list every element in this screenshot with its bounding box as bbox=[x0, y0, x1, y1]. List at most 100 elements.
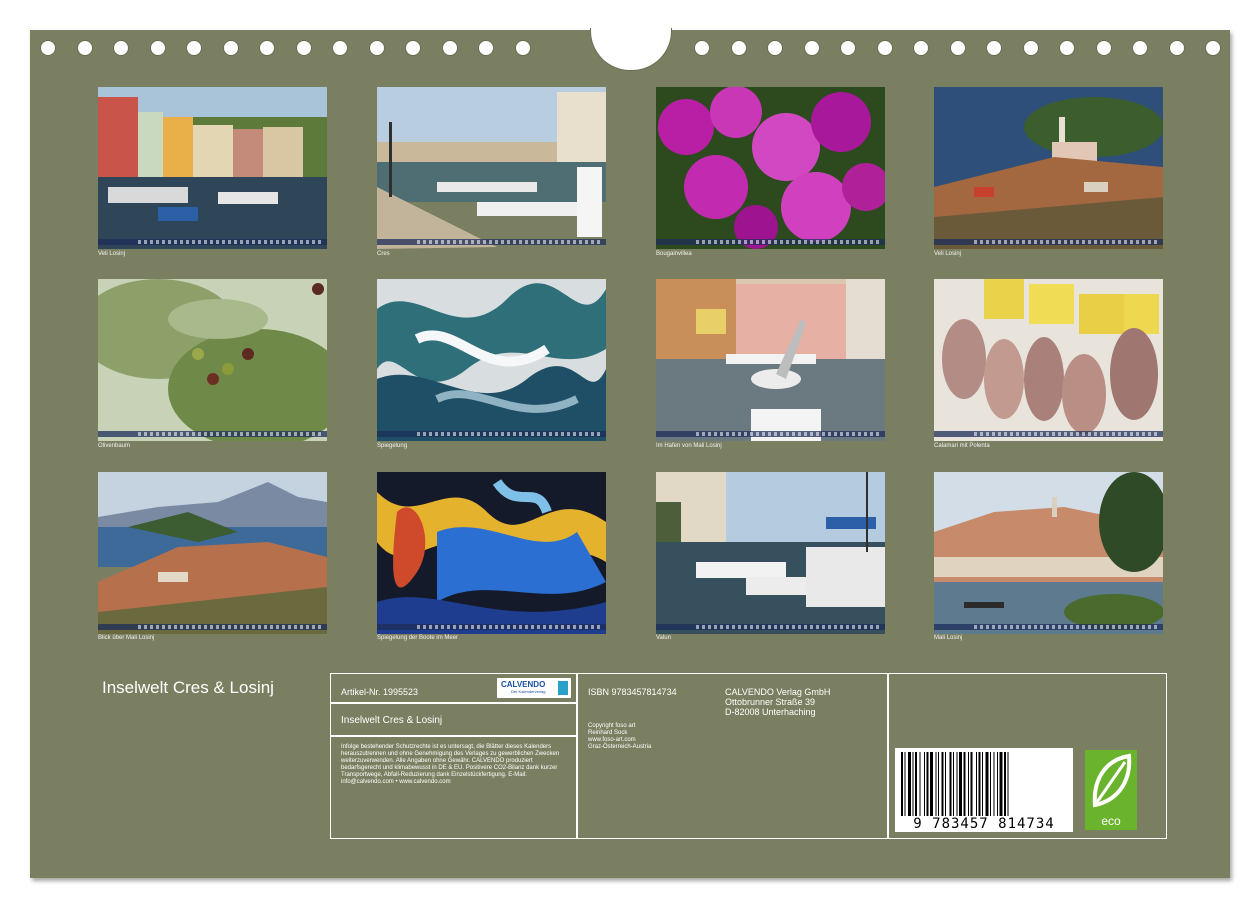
day-tick bbox=[1070, 240, 1073, 244]
barcode-bar bbox=[970, 752, 973, 818]
day-tick bbox=[1100, 432, 1103, 436]
day-tick bbox=[774, 625, 777, 629]
day-tick bbox=[804, 625, 807, 629]
day-tick bbox=[1124, 432, 1127, 436]
barcode-bar bbox=[956, 752, 958, 818]
day-tick bbox=[1112, 625, 1115, 629]
day-tick bbox=[495, 625, 498, 629]
day-tick bbox=[294, 240, 297, 244]
day-tick bbox=[555, 432, 558, 436]
day-tick bbox=[543, 432, 546, 436]
day-tick bbox=[312, 625, 315, 629]
day-tick bbox=[525, 625, 528, 629]
day-tick bbox=[1112, 240, 1115, 244]
day-tick bbox=[1064, 625, 1067, 629]
day-tick bbox=[555, 240, 558, 244]
day-tick bbox=[1136, 432, 1139, 436]
photo-caption: Olivenbaum bbox=[98, 443, 131, 449]
day-tick bbox=[252, 240, 255, 244]
day-tick bbox=[870, 625, 873, 629]
photo-thumbnail bbox=[934, 279, 1163, 441]
day-tick bbox=[423, 432, 426, 436]
day-tick bbox=[1130, 625, 1133, 629]
barcode-bar bbox=[953, 752, 954, 818]
day-tick bbox=[708, 240, 711, 244]
day-tick bbox=[573, 432, 576, 436]
day-tick bbox=[567, 432, 570, 436]
day-tick bbox=[168, 432, 171, 436]
photo-caption: Calamari mit Polenta bbox=[934, 443, 990, 449]
binding-hole bbox=[478, 40, 494, 56]
binding-hole bbox=[767, 40, 783, 56]
binding-hole bbox=[113, 40, 129, 56]
copyright-line: Copyright foso art bbox=[588, 723, 636, 729]
day-tick bbox=[429, 432, 432, 436]
day-tick bbox=[507, 240, 510, 244]
binding-hole bbox=[295, 40, 312, 56]
day-tick bbox=[234, 240, 237, 244]
day-tick bbox=[1004, 240, 1007, 244]
day-tick bbox=[858, 625, 861, 629]
day-tick bbox=[750, 432, 753, 436]
day-tick bbox=[1088, 432, 1091, 436]
mini-calendar-strip bbox=[98, 431, 327, 437]
mini-calendar-strip bbox=[934, 239, 1163, 245]
day-tick bbox=[585, 625, 588, 629]
day-tick bbox=[252, 432, 255, 436]
day-tick bbox=[549, 625, 552, 629]
day-tick bbox=[1142, 625, 1145, 629]
day-tick bbox=[1094, 625, 1097, 629]
info-subtitle: Inselwelt Cres & Losinj bbox=[341, 715, 443, 726]
day-tick bbox=[549, 432, 552, 436]
barcode-bar bbox=[976, 752, 977, 818]
binding-hole bbox=[40, 40, 56, 56]
binding-hole bbox=[149, 40, 166, 56]
bougainvillea-flowers-image bbox=[656, 87, 885, 249]
day-tick bbox=[252, 625, 255, 629]
day-tick bbox=[288, 625, 291, 629]
day-tick bbox=[810, 240, 813, 244]
binding-hole bbox=[840, 40, 856, 56]
day-tick bbox=[459, 240, 462, 244]
binding-hole bbox=[76, 40, 93, 56]
day-tick bbox=[774, 240, 777, 244]
day-tick bbox=[483, 625, 486, 629]
day-tick bbox=[318, 432, 321, 436]
day-tick bbox=[828, 240, 831, 244]
day-tick bbox=[1010, 432, 1013, 436]
day-tick bbox=[156, 625, 159, 629]
barcode-bar bbox=[912, 752, 914, 818]
publisher-line: Ottobrunner Straße 39 bbox=[725, 697, 816, 707]
copyright-line: Graz-Österreich-Austria bbox=[588, 744, 652, 750]
day-tick bbox=[810, 432, 813, 436]
day-tick bbox=[792, 432, 795, 436]
day-tick bbox=[495, 432, 498, 436]
day-tick bbox=[1040, 625, 1043, 629]
day-tick bbox=[204, 432, 207, 436]
day-tick bbox=[1136, 240, 1139, 244]
day-tick bbox=[702, 432, 705, 436]
day-tick bbox=[453, 240, 456, 244]
day-tick bbox=[1076, 625, 1079, 629]
day-tick bbox=[180, 625, 183, 629]
day-tick bbox=[980, 240, 983, 244]
day-tick bbox=[477, 625, 480, 629]
day-tick bbox=[453, 432, 456, 436]
day-tick bbox=[822, 240, 825, 244]
day-tick bbox=[483, 432, 486, 436]
day-tick bbox=[780, 240, 783, 244]
day-tick bbox=[1040, 432, 1043, 436]
day-tick bbox=[258, 625, 261, 629]
day-tick bbox=[974, 240, 977, 244]
photo-caption: Spiegelung bbox=[377, 443, 408, 449]
day-tick bbox=[828, 432, 831, 436]
divider bbox=[576, 673, 578, 839]
day-tick bbox=[216, 432, 219, 436]
day-tick bbox=[1076, 432, 1079, 436]
day-tick bbox=[744, 625, 747, 629]
day-tick bbox=[1022, 240, 1025, 244]
valun-harbor-image bbox=[656, 472, 885, 634]
day-tick bbox=[1154, 432, 1157, 436]
calamari-polenta-image bbox=[934, 279, 1163, 441]
day-tick bbox=[144, 240, 147, 244]
